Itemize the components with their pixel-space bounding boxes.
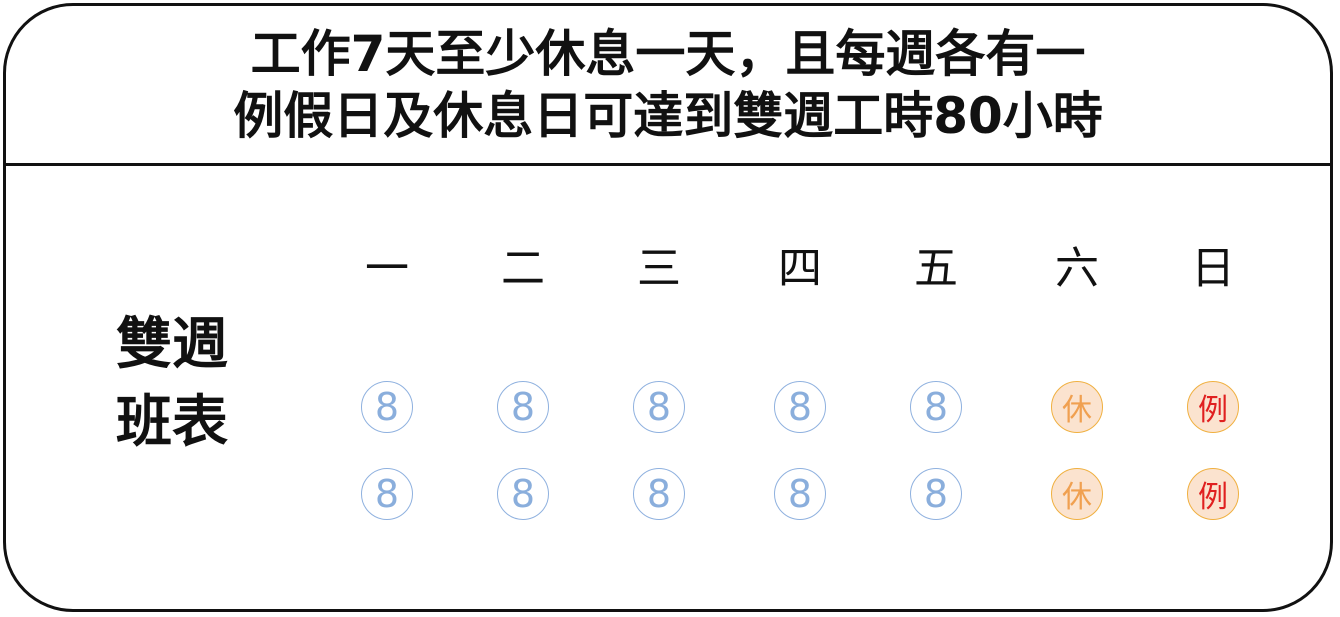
week2-fri-hours: 8 — [910, 468, 962, 520]
title-line-1: 工作7天至少休息一天，且每週各有一 — [250, 24, 1086, 83]
day-header-mon: 一 — [365, 243, 409, 294]
week2-wed-hours: 8 — [633, 468, 685, 520]
day-header-sat: 六 — [1055, 243, 1099, 294]
week2-tue-hours: 8 — [497, 468, 549, 520]
day-header-fri: 五 — [914, 243, 958, 294]
week1-sat-rest-day: 休 — [1051, 381, 1103, 433]
row-label-line-2: 班表 — [116, 390, 228, 455]
day-header-wed: 三 — [637, 243, 681, 294]
week2-sun-regular-leave: 例 — [1187, 468, 1239, 520]
week1-thu-hours: 8 — [774, 381, 826, 433]
week1-fri-hours: 8 — [910, 381, 962, 433]
title-header: 工作7天至少休息一天，且每週各有一 例假日及休息日可達到雙週工時80小時 — [6, 6, 1330, 166]
day-header-tue: 二 — [501, 243, 545, 294]
week2-thu-hours: 8 — [774, 468, 826, 520]
week1-wed-hours: 8 — [633, 381, 685, 433]
week1-sun-regular-leave: 例 — [1187, 381, 1239, 433]
week2-mon-hours: 8 — [361, 468, 413, 520]
day-header-sun: 日 — [1191, 243, 1235, 294]
title-line-2: 例假日及休息日可達到雙週工時80小時 — [233, 86, 1103, 145]
row-label-line-1: 雙週 — [116, 312, 228, 377]
week2-sat-rest-day: 休 — [1051, 468, 1103, 520]
row-label: 雙週 班表 — [116, 306, 266, 462]
day-header-thu: 四 — [778, 243, 822, 294]
week1-tue-hours: 8 — [497, 381, 549, 433]
schedule-card: 工作7天至少休息一天，且每週各有一 例假日及休息日可達到雙週工時80小時 雙週 … — [3, 3, 1333, 612]
week1-mon-hours: 8 — [361, 381, 413, 433]
